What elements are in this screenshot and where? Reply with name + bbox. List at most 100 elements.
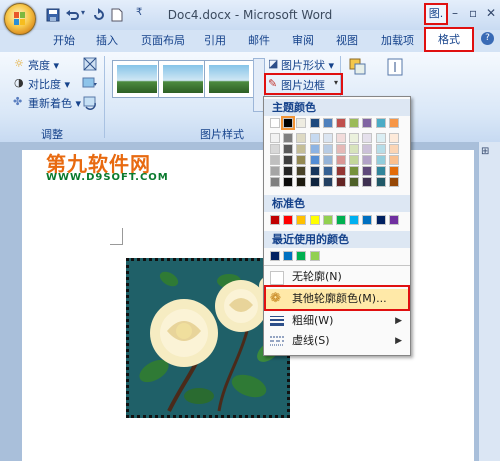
minimize-icon[interactable]: – <box>452 6 458 20</box>
theme-shade-swatch[interactable] <box>323 144 333 154</box>
style-thumbnail-3[interactable] <box>204 60 254 98</box>
theme-shade-swatch[interactable] <box>376 133 386 143</box>
theme-shade-swatch[interactable] <box>389 155 399 165</box>
standard-color-swatch[interactable] <box>376 215 386 225</box>
change-picture-icon[interactable] <box>82 75 98 91</box>
recolor-button[interactable]: 重新着色 ▾ <box>28 95 81 111</box>
recent-color-swatch[interactable] <box>296 251 306 261</box>
style-thumbnail-1[interactable] <box>112 60 162 98</box>
theme-shade-swatch[interactable] <box>283 155 293 165</box>
size-icon[interactable] <box>384 56 406 78</box>
theme-shade-swatch[interactable] <box>323 177 333 187</box>
vertical-scrollbar[interactable] <box>478 142 500 461</box>
theme-shade-swatch[interactable] <box>336 144 346 154</box>
tab-insert[interactable]: 插入 <box>96 32 118 48</box>
theme-shade-swatch[interactable] <box>310 177 320 187</box>
theme-shade-swatch[interactable] <box>389 166 399 176</box>
theme-shade-swatch[interactable] <box>389 133 399 143</box>
standard-color-swatch[interactable] <box>336 215 346 225</box>
weight-item[interactable]: 粗细(W) ▶ <box>264 311 410 331</box>
tab-review[interactable]: 审阅 <box>292 32 314 48</box>
theme-shade-swatch[interactable] <box>389 144 399 154</box>
theme-shade-swatch[interactable] <box>323 133 333 143</box>
theme-shade-swatch[interactable] <box>296 177 306 187</box>
theme-shade-swatch[interactable] <box>283 144 293 154</box>
theme-shade-swatch[interactable] <box>336 155 346 165</box>
standard-color-swatch[interactable] <box>323 215 333 225</box>
tab-page-layout[interactable]: 页面布局 <box>141 32 185 48</box>
theme-shade-swatch[interactable] <box>362 177 372 187</box>
standard-color-swatch[interactable] <box>362 215 372 225</box>
theme-shade-swatch[interactable] <box>376 166 386 176</box>
theme-shade-swatch[interactable] <box>270 155 280 165</box>
no-outline-item[interactable]: 无轮廓(N) <box>264 267 410 287</box>
theme-shade-swatch[interactable] <box>283 166 293 176</box>
theme-shade-swatch[interactable] <box>362 144 372 154</box>
tab-home[interactable]: 开始 <box>53 32 75 48</box>
theme-shade-swatch[interactable] <box>310 133 320 143</box>
theme-shade-swatch[interactable] <box>310 166 320 176</box>
theme-shade-swatch[interactable] <box>270 144 280 154</box>
standard-color-swatch[interactable] <box>389 215 399 225</box>
theme-shade-swatch[interactable] <box>349 144 359 154</box>
tab-mailings[interactable]: 邮件 <box>248 32 270 48</box>
tab-format[interactable]: 格式 <box>424 27 474 52</box>
theme-shade-swatch[interactable] <box>296 166 306 176</box>
standard-color-swatch[interactable] <box>349 215 359 225</box>
theme-shade-swatch[interactable] <box>349 133 359 143</box>
tab-view[interactable]: 视图 <box>336 32 358 48</box>
recent-color-swatch[interactable] <box>270 251 280 261</box>
theme-shade-swatch[interactable] <box>362 155 372 165</box>
theme-shade-swatch[interactable] <box>283 133 293 143</box>
contrast-button[interactable]: 对比度 ▾ <box>28 76 70 92</box>
standard-color-swatch[interactable] <box>310 215 320 225</box>
theme-shade-swatch[interactable] <box>296 133 306 143</box>
theme-shade-swatch[interactable] <box>362 133 372 143</box>
theme-shade-swatch[interactable] <box>270 177 280 187</box>
theme-shade-swatch[interactable] <box>310 144 320 154</box>
theme-color-swatch[interactable] <box>376 118 386 128</box>
theme-shade-swatch[interactable] <box>336 177 346 187</box>
arrange-icon[interactable] <box>347 56 369 78</box>
theme-shade-swatch[interactable] <box>323 166 333 176</box>
brightness-button[interactable]: 亮度 ▾ <box>28 57 59 73</box>
theme-shade-swatch[interactable] <box>323 155 333 165</box>
standard-color-swatch[interactable] <box>270 215 280 225</box>
theme-shade-swatch[interactable] <box>336 166 346 176</box>
standard-color-swatch[interactable] <box>296 215 306 225</box>
theme-color-swatch[interactable] <box>323 118 333 128</box>
theme-shade-swatch[interactable] <box>389 177 399 187</box>
theme-shade-swatch[interactable] <box>310 155 320 165</box>
ruler-toggle-icon[interactable]: ⊞ <box>481 146 489 157</box>
recent-color-swatch[interactable] <box>283 251 293 261</box>
compress-pictures-icon[interactable] <box>82 56 98 72</box>
theme-shade-swatch[interactable] <box>336 133 346 143</box>
theme-color-swatch[interactable] <box>336 118 346 128</box>
theme-color-swatch[interactable] <box>281 116 295 130</box>
theme-color-swatch[interactable] <box>310 118 320 128</box>
standard-color-swatch[interactable] <box>283 215 293 225</box>
reset-picture-icon[interactable] <box>82 94 98 110</box>
theme-shade-swatch[interactable] <box>283 177 293 187</box>
theme-color-swatch[interactable] <box>389 118 399 128</box>
theme-color-swatch[interactable] <box>349 118 359 128</box>
theme-shade-swatch[interactable] <box>349 166 359 176</box>
theme-shade-swatch[interactable] <box>349 177 359 187</box>
theme-shade-swatch[interactable] <box>296 144 306 154</box>
theme-shade-swatch[interactable] <box>376 177 386 187</box>
theme-color-swatch[interactable] <box>362 118 372 128</box>
theme-shade-swatch[interactable] <box>376 144 386 154</box>
theme-shade-swatch[interactable] <box>376 155 386 165</box>
picture-shape-button[interactable]: 图片形状 ▾ <box>281 57 334 73</box>
recent-color-swatch[interactable] <box>310 251 320 261</box>
office-button[interactable] <box>4 3 36 35</box>
theme-shade-swatch[interactable] <box>270 133 280 143</box>
tab-references[interactable]: 引用 <box>204 32 226 48</box>
theme-shade-swatch[interactable] <box>296 155 306 165</box>
restore-icon[interactable]: ▫ <box>469 6 477 20</box>
theme-shade-swatch[interactable] <box>349 155 359 165</box>
close-icon[interactable]: ✕ <box>486 6 496 20</box>
theme-color-swatch[interactable] <box>296 118 306 128</box>
style-thumbnail-2[interactable] <box>158 60 208 98</box>
tab-addins[interactable]: 加载项 <box>381 32 414 48</box>
